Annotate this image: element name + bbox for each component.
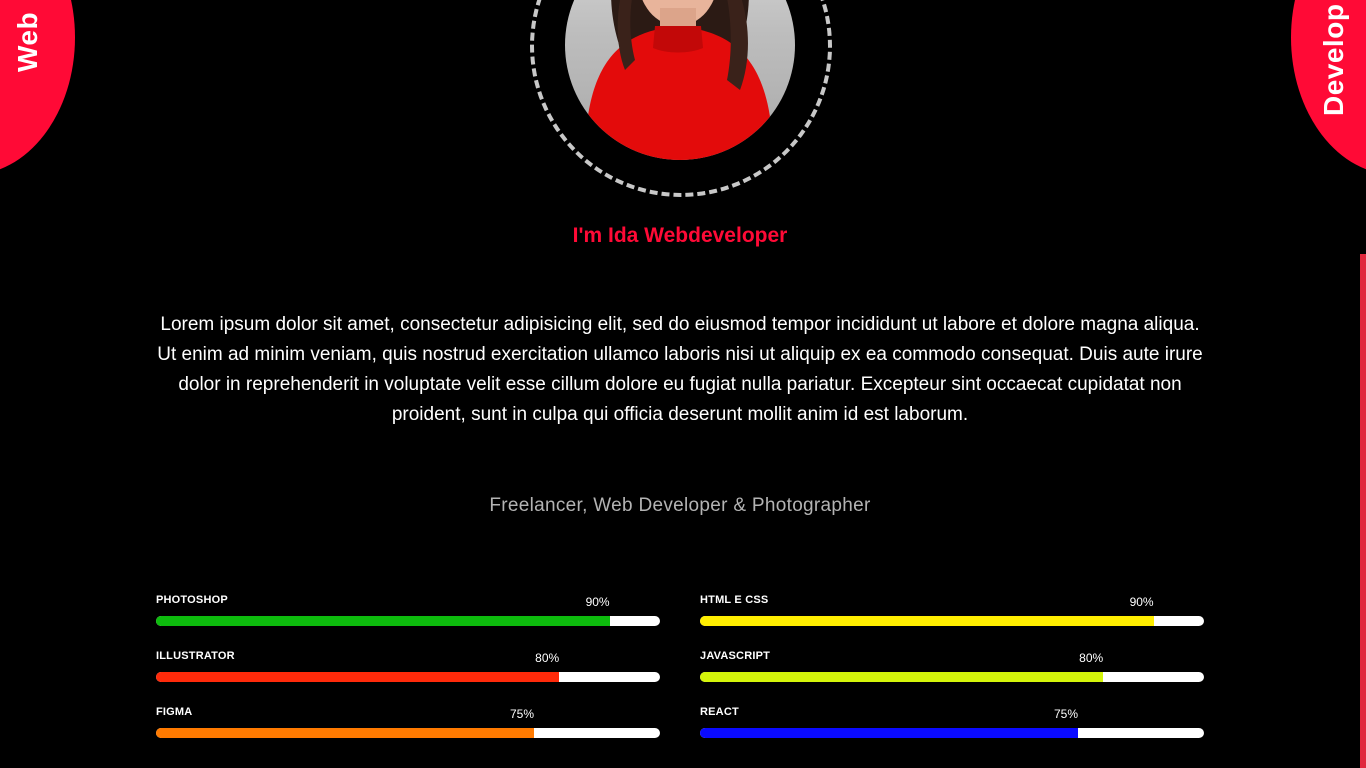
skill-progress-bar <box>156 616 660 626</box>
skill-figma: FIGMA 75% <box>156 704 660 760</box>
skill-progress-fill <box>156 616 610 626</box>
skill-progress-bar <box>700 728 1204 738</box>
skill-progress-fill <box>156 728 534 738</box>
skill-progress-fill <box>700 728 1078 738</box>
skill-react: REACT 75% <box>700 704 1204 760</box>
hero-title: I'm Ida Webdeveloper <box>572 224 788 247</box>
hero-bio: Lorem ipsum dolor sit amet, consectetur … <box>157 314 1203 425</box>
skill-javascript: JAVASCRIPT 80% <box>700 648 1204 704</box>
portfolio-page: Web Develop I'm Ida Webdeveloper Lorem i… <box>0 0 1366 768</box>
skills-grid: PHOTOSHOP 90% HTML E CSS 90% ILLUSTRATOR… <box>156 592 1204 760</box>
skill-progress-bar <box>156 728 660 738</box>
skill-percent-label: 90% <box>585 595 610 609</box>
skill-illustrator: ILLUSTRATOR 80% <box>156 648 660 704</box>
skill-photoshop: PHOTOSHOP 90% <box>156 592 660 648</box>
skill-percent-label: 80% <box>1079 651 1104 665</box>
skill-progress-bar <box>156 672 660 682</box>
scroll-indicator[interactable] <box>1360 254 1366 768</box>
skill-progress-fill <box>156 672 560 682</box>
skill-progress-bar <box>700 672 1204 682</box>
skill-progress-fill <box>700 616 1154 626</box>
skill-name: FIGMA <box>156 706 193 718</box>
corner-label-develop: Develop <box>1318 3 1349 116</box>
skill-progress-bar <box>700 616 1204 626</box>
skill-percent-label: 90% <box>1129 595 1154 609</box>
skill-html-css: HTML E CSS 90% <box>700 592 1204 648</box>
skill-name: HTML E CSS <box>700 594 769 606</box>
skill-progress-fill <box>700 672 1104 682</box>
corner-label-web: Web <box>12 11 43 72</box>
skill-percent-label: 80% <box>535 651 560 665</box>
hero-roles: Freelancer, Web Developer & Photographer <box>489 495 871 516</box>
skill-percent-label: 75% <box>1053 707 1079 721</box>
skill-name: ILLUSTRATOR <box>156 650 235 662</box>
skill-name: PHOTOSHOP <box>156 594 228 606</box>
skill-name: REACT <box>700 706 739 718</box>
skill-name: JAVASCRIPT <box>700 650 771 662</box>
skill-percent-label: 75% <box>509 707 535 721</box>
